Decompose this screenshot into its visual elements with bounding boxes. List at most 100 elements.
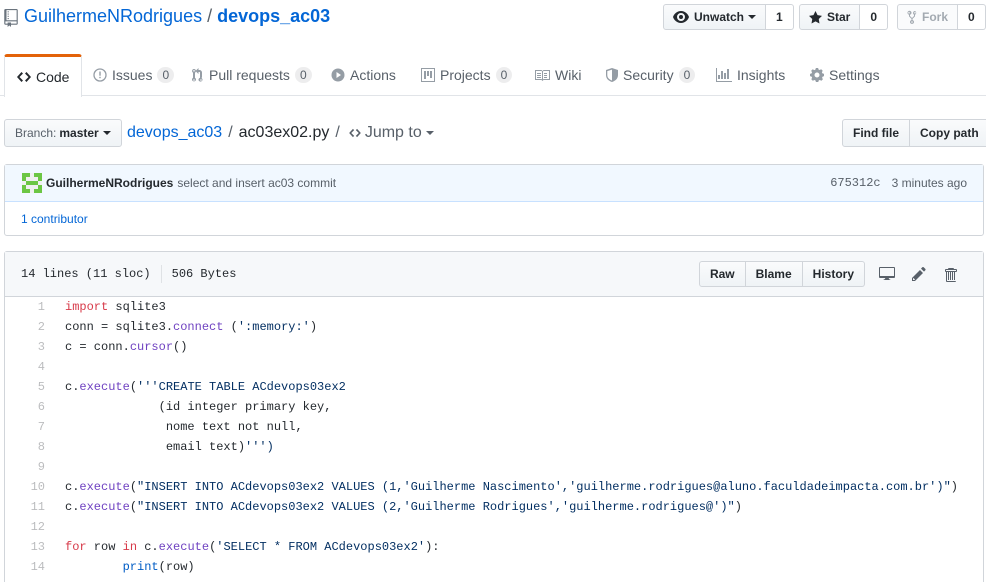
code-line: 11 c.execute("INSERT INTO ACdevops03ex2 V… <box>5 497 983 517</box>
raw-button[interactable]: Raw <box>698 261 746 287</box>
line-number[interactable]: 11 <box>5 500 55 514</box>
tab-code-label: Code <box>36 69 70 85</box>
line-number[interactable]: 2 <box>5 320 55 334</box>
issues-counter: 0 <box>157 67 175 83</box>
code-line: 3 c = conn.cursor() <box>5 337 983 357</box>
code-text: import sqlite3 <box>65 300 166 314</box>
repo-header: GuilhermeNRodrigues / devops_ac03 Unwatc… <box>0 0 986 40</box>
pencil-icon <box>912 267 926 281</box>
chevron-down-icon <box>748 15 757 19</box>
star-count[interactable]: 0 <box>860 4 889 30</box>
tab-code[interactable]: Code <box>4 54 83 97</box>
chevron-down-icon <box>425 131 434 135</box>
breadcrumb: devops_ac03 / ac03ex02.py / Jump to <box>127 124 434 142</box>
code-text: nome text not null, <box>65 420 303 434</box>
tab-pull-requests[interactable]: Pull requests 0 <box>192 54 312 96</box>
copy-path-button[interactable]: Copy path <box>910 119 986 147</box>
code-line: 4 <box>5 357 983 377</box>
fork-button[interactable]: Fork <box>897 4 959 30</box>
watch-group: Unwatch 1 <box>663 4 794 30</box>
branch-select-button[interactable]: Branch: master <box>4 119 122 147</box>
code-line: 2 conn = sqlite3.connect (':memory:') <box>5 317 983 337</box>
commit-box: GuilhermeNRodrigues select and insert ac… <box>4 164 984 236</box>
jump-to-button[interactable]: Jump to <box>348 124 434 142</box>
star-label: Star <box>827 10 851 24</box>
line-number[interactable]: 13 <box>5 540 55 554</box>
delete-button[interactable] <box>935 261 967 287</box>
shield-icon <box>606 68 618 82</box>
code-line: 6 (id integer primary key, <box>5 397 983 417</box>
code-line: 9 <box>5 457 983 477</box>
contributors-link[interactable]: 1 contributor <box>5 202 983 235</box>
fork-count[interactable]: 0 <box>958 4 986 30</box>
find-file-button[interactable]: Find file <box>842 119 910 147</box>
commit-author-link[interactable]: GuilhermeNRodrigues <box>46 176 173 190</box>
trash-icon <box>945 267 957 282</box>
tab-actions-label: Actions <box>350 67 396 83</box>
tab-issues[interactable]: Issues 0 <box>93 54 175 96</box>
tab-projects[interactable]: Projects 0 <box>421 54 513 96</box>
code-view: 1 import sqlite3 2 conn = sqlite3.connect … <box>5 297 983 577</box>
contributors-label: 1 contributor <box>21 211 88 226</box>
line-number[interactable]: 1 <box>5 300 55 314</box>
tab-security[interactable]: Security 0 <box>606 54 696 96</box>
line-number[interactable]: 4 <box>5 360 55 374</box>
code-line: 7 nome text not null, <box>5 417 983 437</box>
tab-projects-label: Projects <box>440 67 491 83</box>
commit-message-link[interactable]: select and insert ac03 commit <box>177 176 336 190</box>
book-icon <box>535 70 550 81</box>
tab-insights-label: Insights <box>737 67 786 83</box>
line-number[interactable]: 10 <box>5 480 55 494</box>
line-number[interactable]: 6 <box>5 400 55 414</box>
desktop-icon <box>879 267 895 280</box>
line-number[interactable]: 9 <box>5 460 55 474</box>
repo-title: GuilhermeNRodrigues / devops_ac03 <box>4 6 330 27</box>
code-text: c.execute('''CREATE TABLE ACdevops03ex2 <box>65 380 346 394</box>
line-number[interactable]: 5 <box>5 380 55 394</box>
line-number[interactable]: 7 <box>5 420 55 434</box>
unwatch-label: Unwatch <box>694 10 745 24</box>
projects-counter: 0 <box>495 67 513 83</box>
star-button[interactable]: Star <box>799 4 861 30</box>
tab-pull-requests-label: Pull requests <box>209 67 290 83</box>
tab-insights[interactable]: Insights <box>716 54 785 96</box>
repo-owner-link[interactable]: GuilhermeNRodrigues <box>24 6 202 27</box>
branch-label: Branch: <box>15 126 57 140</box>
pull-request-icon <box>192 68 203 82</box>
tab-settings[interactable]: Settings <box>810 54 880 96</box>
code-line: 12 <box>5 517 983 537</box>
tab-wiki[interactable]: Wiki <box>534 54 581 96</box>
breadcrumb-repo-link[interactable]: devops_ac03 <box>127 124 222 142</box>
tab-wiki-label: Wiki <box>555 67 582 83</box>
commit-time: 3 minutes ago <box>891 176 967 190</box>
tab-actions[interactable]: Actions <box>331 54 396 96</box>
unwatch-button[interactable]: Unwatch <box>663 4 767 30</box>
gear-icon <box>810 68 824 82</box>
watch-count[interactable]: 1 <box>766 4 794 30</box>
history-button[interactable]: History <box>802 261 865 287</box>
desktop-button[interactable] <box>871 261 903 287</box>
code-line: 5 c.execute('''CREATE TABLE ACdevops03ex2 <box>5 377 983 397</box>
line-number[interactable]: 12 <box>5 520 55 534</box>
file-size: 506 Bytes <box>171 267 237 281</box>
jump-to-label: Jump to <box>364 124 422 141</box>
line-number[interactable]: 3 <box>5 340 55 354</box>
code-text: print(row) <box>122 560 195 574</box>
commit-sha-link[interactable]: 675312c <box>830 176 880 190</box>
file-header: 14 lines (11 sloc) 506 Bytes Raw Blame H… <box>5 252 983 297</box>
project-icon <box>421 68 435 82</box>
star-group: Star 0 <box>799 4 889 30</box>
line-number[interactable]: 14 <box>5 560 55 574</box>
pull-requests-counter: 0 <box>294 67 312 83</box>
line-number[interactable]: 8 <box>5 440 55 454</box>
file-actions: Raw Blame History <box>698 261 967 287</box>
file-info: 14 lines (11 sloc) 506 Bytes <box>21 265 236 283</box>
avatar[interactable] <box>22 173 42 193</box>
repo-name-link[interactable]: devops_ac03 <box>217 6 330 27</box>
breadcrumb-file: ac03ex02.py <box>238 124 330 141</box>
code-icon <box>348 128 361 138</box>
blame-button[interactable]: Blame <box>745 261 803 287</box>
edit-button[interactable] <box>903 261 935 287</box>
play-icon <box>331 68 345 82</box>
chevron-down-icon <box>102 131 111 135</box>
